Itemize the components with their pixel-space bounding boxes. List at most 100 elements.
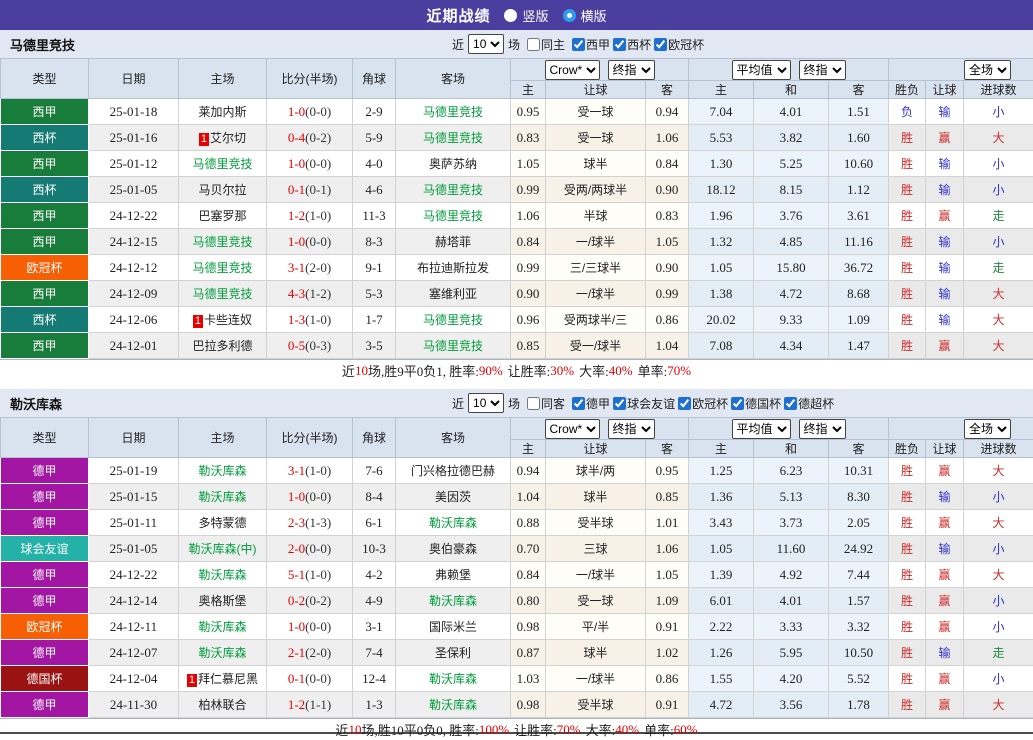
team-name-text: 门兴格拉德巴赫 bbox=[411, 464, 495, 478]
corner-score: 3-5 bbox=[353, 333, 396, 359]
same-venue-checkbox-input[interactable] bbox=[527, 397, 540, 410]
radio-horizontal-layout[interactable]: 横版 bbox=[563, 6, 607, 25]
handicap-odds-away: 1.06 bbox=[646, 536, 689, 562]
league-checkbox-dfb-pokal[interactable]: 德国杯 bbox=[728, 395, 781, 412]
summary-value: 30% bbox=[550, 363, 574, 379]
half-time-score: (2-0) bbox=[305, 645, 331, 660]
league-checkbox-laliga[interactable]: 西甲 bbox=[565, 36, 610, 53]
home-team: 1卡些连奴 bbox=[179, 307, 267, 333]
team-name-text: 莱加内斯 bbox=[198, 105, 246, 119]
handicap-line: 三球 bbox=[546, 536, 646, 562]
corner-score: 5-3 bbox=[353, 281, 396, 307]
half-time-score: (1-0) bbox=[305, 312, 331, 327]
result-handicap: 赢 bbox=[926, 125, 964, 151]
away-team: 马德里竞技 bbox=[396, 333, 511, 359]
handicap-odds-away: 0.86 bbox=[646, 307, 689, 333]
summary-value: 60% bbox=[674, 722, 698, 738]
league-checkbox-bundesliga[interactable]: 德甲 bbox=[565, 395, 610, 412]
league-checkbox-input[interactable] bbox=[731, 397, 744, 410]
full-time-score: 0-1 bbox=[288, 182, 305, 197]
handicap-line: 受半球 bbox=[546, 510, 646, 536]
full-time-score: 0-5 bbox=[288, 338, 305, 353]
result-handicap: 赢 bbox=[926, 510, 964, 536]
avg-odds-away: 8.30 bbox=[829, 484, 889, 510]
league-checkbox-input[interactable] bbox=[678, 397, 691, 410]
average-stage-select[interactable]: 终指 bbox=[799, 419, 846, 439]
home-team: 勒沃库森(中) bbox=[179, 536, 267, 562]
handicap-odds-home: 0.83 bbox=[511, 125, 546, 151]
handicap-odds-away: 1.01 bbox=[646, 510, 689, 536]
home-team: 柏林联合 bbox=[179, 692, 267, 718]
league-checkbox-ucl[interactable]: 欧冠杯 bbox=[675, 395, 728, 412]
corner-score: 8-3 bbox=[353, 229, 396, 255]
avg-odds-home: 1.38 bbox=[689, 281, 754, 307]
subcol-outcome: 胜负 bbox=[889, 440, 926, 458]
league-checkbox-input[interactable] bbox=[613, 397, 626, 410]
table-row: 西杯25-01-161艾尔切0-4(0-2)5-9马德里竞技0.83受一球1.0… bbox=[1, 125, 1033, 151]
odds-provider-select[interactable]: Crow* bbox=[545, 419, 600, 439]
match-count-select[interactable]: 10 bbox=[468, 393, 504, 413]
odds-stage-select[interactable]: 终指 bbox=[608, 60, 655, 80]
scope-select[interactable]: 全场 bbox=[964, 60, 1011, 80]
away-team: 赫塔菲 bbox=[396, 229, 511, 255]
score-cell: 1-2(1-0) bbox=[267, 203, 353, 229]
handicap-line: 三/三球半 bbox=[546, 255, 646, 281]
subcol-avg-away: 客 bbox=[829, 81, 889, 99]
radio-vertical-layout[interactable]: 竖版 bbox=[504, 6, 548, 25]
average-stage-select[interactable]: 终指 bbox=[799, 60, 846, 80]
result-outcome: 胜 bbox=[889, 536, 926, 562]
scope-select[interactable]: 全场 bbox=[964, 419, 1011, 439]
home-team: 莱加内斯 bbox=[179, 99, 267, 125]
table-row: 西甲24-12-15马德里竞技1-0(0-0)8-3赫塔菲0.84一/球半1.0… bbox=[1, 229, 1033, 255]
average-select[interactable]: 平均值 bbox=[732, 419, 791, 439]
avg-odds-home: 1.36 bbox=[689, 484, 754, 510]
handicap-line: 球半 bbox=[546, 151, 646, 177]
league-checkbox-input[interactable] bbox=[572, 38, 585, 51]
corner-score: 7-6 bbox=[353, 458, 396, 484]
rank-badge: 1 bbox=[187, 674, 197, 687]
average-select[interactable]: 平均值 bbox=[732, 60, 791, 80]
league-checkbox-input[interactable] bbox=[784, 397, 797, 410]
col-type: 类型 bbox=[1, 59, 89, 99]
league-checkbox-friendly[interactable]: 球会友谊 bbox=[610, 395, 675, 412]
col-type: 类型 bbox=[1, 418, 89, 458]
team-name-text: 弗赖堡 bbox=[435, 568, 471, 582]
summary-value: 40% bbox=[615, 722, 639, 738]
same-venue-checkbox-input[interactable] bbox=[527, 38, 540, 51]
match-count-select[interactable]: 10 bbox=[468, 34, 504, 54]
summary-text: 单率: bbox=[638, 361, 668, 380]
odds-stage-select[interactable]: 终指 bbox=[608, 419, 655, 439]
league-checkbox-input[interactable] bbox=[572, 397, 585, 410]
handicap-odds-home: 1.03 bbox=[511, 666, 546, 692]
league-checkbox-input[interactable] bbox=[613, 38, 626, 51]
score-cell: 1-0(0-0) bbox=[267, 229, 353, 255]
avg-odds-draw: 15.80 bbox=[754, 255, 829, 281]
odds-provider-select[interactable]: Crow* bbox=[545, 60, 600, 80]
match-date: 25-01-18 bbox=[89, 99, 179, 125]
same-venue-checkbox[interactable]: 同主 bbox=[520, 36, 565, 53]
handicap-odds-home: 0.84 bbox=[511, 229, 546, 255]
summary-value: 100% bbox=[479, 722, 509, 738]
league-checkbox-input[interactable] bbox=[654, 38, 667, 51]
score-cell: 5-1(1-0) bbox=[267, 562, 353, 588]
avg-odds-draw: 4.01 bbox=[754, 99, 829, 125]
odds-group-header: Crow* 终指 bbox=[511, 59, 689, 81]
section-divider bbox=[0, 381, 1033, 389]
team-name-text: 马德里竞技 bbox=[423, 209, 483, 223]
result-goals: 走 bbox=[964, 640, 1033, 666]
table-row: 西甲24-12-09马德里竞技4-3(1-2)5-3塞维利亚0.90一/球半0.… bbox=[1, 281, 1033, 307]
handicap-odds-away: 0.95 bbox=[646, 458, 689, 484]
subcol-avg-draw: 和 bbox=[754, 81, 829, 99]
team-name-text: 勒沃库森 bbox=[198, 620, 246, 634]
away-team: 马德里竞技 bbox=[396, 99, 511, 125]
corner-score: 4-9 bbox=[353, 588, 396, 614]
same-venue-checkbox[interactable]: 同客 bbox=[520, 395, 565, 412]
match-date: 25-01-15 bbox=[89, 484, 179, 510]
league-checkbox-ucl[interactable]: 欧冠杯 bbox=[651, 36, 704, 53]
full-time-score: 5-1 bbox=[288, 567, 305, 582]
team-name-text: 美因茨 bbox=[435, 490, 471, 504]
league-checkbox-copa[interactable]: 西杯 bbox=[610, 36, 651, 53]
league-checkbox-supercup[interactable]: 德超杯 bbox=[781, 395, 834, 412]
result-handicap: 输 bbox=[926, 255, 964, 281]
avg-odds-away: 1.12 bbox=[829, 177, 889, 203]
